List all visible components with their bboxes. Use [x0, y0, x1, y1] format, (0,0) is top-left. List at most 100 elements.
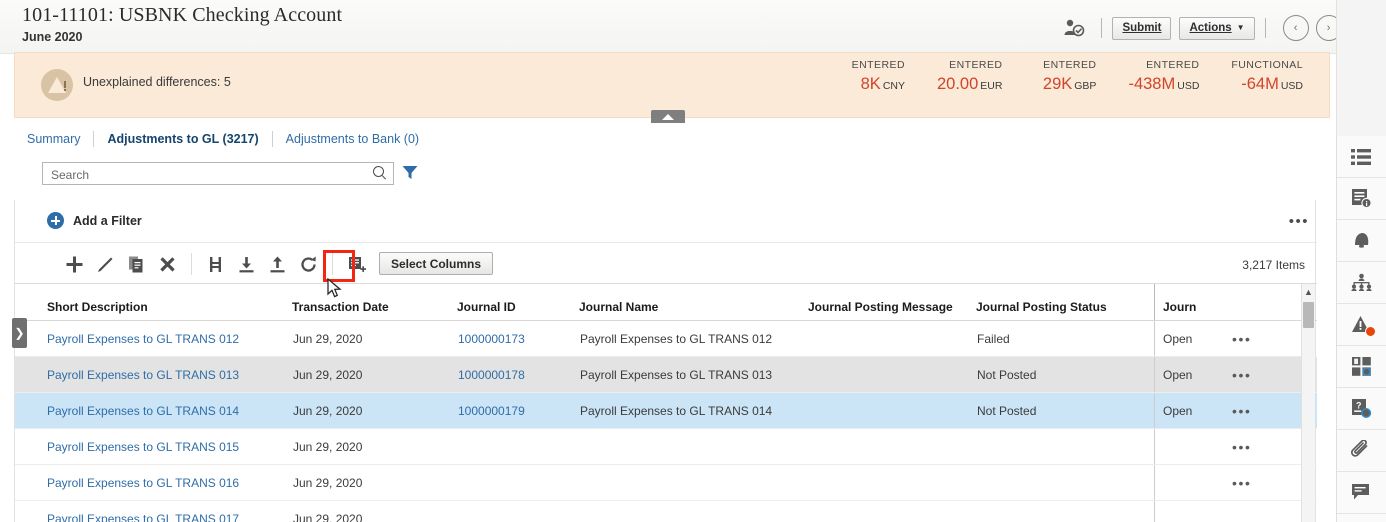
cell-journal-extra: Open [1155, 393, 1232, 429]
row-actions-menu[interactable]: ••• [1232, 439, 1252, 455]
upload-icon[interactable] [262, 249, 293, 280]
paperclip-icon[interactable] [1337, 430, 1386, 472]
collapse-banner-handle[interactable] [651, 110, 685, 123]
column-header-journal-posting-status[interactable]: Journal Posting Status [976, 284, 1155, 321]
help-info-icon[interactable]: ? [1337, 388, 1386, 430]
tab-adjustments-to-gl[interactable]: Adjustments to GL (3217) [94, 132, 271, 146]
cell-short-description[interactable]: Payroll Expenses to GL TRANS 014 [47, 404, 239, 418]
table-row[interactable]: Payroll Expenses to GL TRANS 014 Jun 29,… [15, 393, 1317, 429]
submit-button[interactable]: Submit [1112, 17, 1171, 40]
scrollbar-thumb[interactable] [1303, 302, 1314, 328]
select-columns-label: Select Columns [391, 257, 481, 271]
cell-short-description[interactable]: Payroll Expenses to GL TRANS 017 [47, 512, 239, 522]
row-actions-menu[interactable]: ••• [1232, 403, 1252, 419]
duplicate-icon[interactable] [121, 249, 152, 280]
tab-adjustments-to-bank[interactable]: Adjustments to Bank (0) [273, 132, 432, 146]
cell-journal-posting-status: Not Posted [976, 393, 1155, 429]
table-body: Payroll Expenses to GL TRANS 012 Jun 29,… [15, 321, 1317, 522]
toolbar-icon-group [59, 247, 420, 281]
column-header-transaction-date[interactable]: Transaction Date [292, 284, 457, 321]
cell-journal-posting-message [808, 321, 976, 357]
svg-text:?: ? [1356, 401, 1362, 411]
column-header-short-description[interactable]: Short Description [15, 284, 292, 321]
previous-button[interactable]: ‹ [1283, 15, 1309, 41]
search-box[interactable] [42, 162, 394, 185]
table-row[interactable]: Payroll Expenses to GL TRANS 015 Jun 29,… [15, 429, 1317, 465]
left-panel-expander[interactable]: ❯ [12, 318, 27, 348]
column-header-journal-truncated[interactable]: Journ [1155, 284, 1232, 321]
org-chart-icon[interactable] [1337, 262, 1386, 304]
column-header-journal-name[interactable]: Journal Name [579, 284, 808, 321]
cell-journal-posting-message [808, 393, 976, 429]
cell-journal-name: Payroll Expenses to GL TRANS 012 [579, 321, 808, 357]
bell-icon[interactable] [1337, 220, 1386, 262]
add-column-icon[interactable] [341, 249, 372, 280]
list-icon[interactable] [1337, 136, 1386, 178]
table-vertical-scrollbar[interactable]: ▲ [1301, 284, 1315, 522]
cell-journal-posting-message [808, 465, 976, 501]
filter-funnel-icon[interactable] [402, 165, 418, 183]
column-header-journal-id[interactable]: Journal ID [457, 284, 579, 321]
cell-transaction-date: Jun 29, 2020 [292, 501, 457, 522]
submit-button-label: Submit [1122, 22, 1161, 34]
search-icon[interactable] [373, 166, 387, 180]
dashboard-grid-icon[interactable] [1337, 346, 1386, 388]
cell-short-description[interactable]: Payroll Expenses to GL TRANS 013 [47, 368, 239, 382]
panel-overflow-menu[interactable]: ••• [1289, 213, 1309, 230]
table-toolbar: Select Columns 3,217 Items [15, 242, 1317, 284]
select-columns-button[interactable]: Select Columns [379, 252, 493, 275]
cell-journal-extra [1155, 501, 1232, 522]
kpi-amount: -64M [1241, 75, 1279, 93]
kpi-value-wrap: 20.00EUR [937, 75, 1002, 94]
cell-journal-id [457, 465, 579, 501]
kpi-amount: -438M [1128, 75, 1175, 93]
cell-short-description[interactable]: Payroll Expenses to GL TRANS 016 [47, 476, 239, 490]
row-actions-menu[interactable]: ••• [1232, 475, 1252, 491]
cell-short-description[interactable]: Payroll Expenses to GL TRANS 012 [47, 332, 239, 346]
column-header-journal-posting-message[interactable]: Journal Posting Message [808, 284, 976, 321]
tab-summary[interactable]: Summary [14, 132, 93, 146]
kpi-currency: CNY [883, 80, 905, 92]
table-row[interactable]: Payroll Expenses to GL TRANS 013 Jun 29,… [15, 357, 1317, 393]
cell-journal-id[interactable]: 1000000178 [458, 368, 525, 382]
document-info-icon[interactable] [1337, 178, 1386, 220]
cell-journal-posting-message [808, 429, 976, 465]
cell-journal-posting-status [976, 429, 1155, 465]
add-filter-button[interactable]: Add a Filter [47, 212, 142, 229]
refresh-icon[interactable] [293, 249, 324, 280]
scroll-up-icon[interactable]: ▲ [1302, 284, 1315, 300]
actions-menu-button[interactable]: Actions ▼ [1179, 17, 1254, 40]
cell-journal-name [579, 501, 808, 522]
kpi-item: ENTERED 8KCNY [827, 59, 921, 94]
split-icon[interactable] [200, 249, 231, 280]
comment-icon[interactable] [1337, 472, 1386, 514]
cell-journal-name [579, 429, 808, 465]
period-label: June 2020 [22, 30, 82, 44]
row-actions-menu[interactable]: ••• [1232, 367, 1252, 383]
assign-user-icon[interactable] [1061, 15, 1087, 41]
cell-journal-name: Payroll Expenses to GL TRANS 013 [579, 357, 808, 393]
chevron-down-icon: ▼ [1237, 24, 1245, 32]
table-row[interactable]: Payroll Expenses to GL TRANS 016 Jun 29,… [15, 465, 1317, 501]
cell-short-description[interactable]: Payroll Expenses to GL TRANS 015 [47, 440, 239, 454]
download-icon[interactable] [231, 249, 262, 280]
table-row[interactable]: Payroll Expenses to GL TRANS 012 Jun 29,… [15, 321, 1317, 357]
cell-journal-id[interactable]: 1000000179 [458, 404, 525, 418]
cell-journal-posting-message [808, 501, 976, 522]
row-actions-menu[interactable]: ••• [1232, 331, 1252, 347]
cell-transaction-date: Jun 29, 2020 [292, 429, 457, 465]
kpi-label: ENTERED [843, 59, 905, 71]
kpi-label: ENTERED [1034, 59, 1096, 71]
edit-icon[interactable] [90, 249, 121, 280]
kpi-currency: USD [1281, 80, 1303, 92]
actions-button-label: Actions [1189, 22, 1231, 34]
table-row[interactable]: Payroll Expenses to GL TRANS 017 Jun 29,… [15, 501, 1317, 522]
add-icon[interactable] [59, 249, 90, 280]
cell-transaction-date: Jun 29, 2020 [292, 321, 457, 357]
search-input[interactable] [49, 165, 353, 184]
delete-icon[interactable] [152, 249, 183, 280]
cell-journal-id[interactable]: 1000000173 [458, 332, 525, 346]
warning-alert-icon[interactable] [1337, 304, 1386, 346]
history-icon[interactable] [1337, 514, 1386, 522]
add-filter-label: Add a Filter [73, 214, 142, 228]
